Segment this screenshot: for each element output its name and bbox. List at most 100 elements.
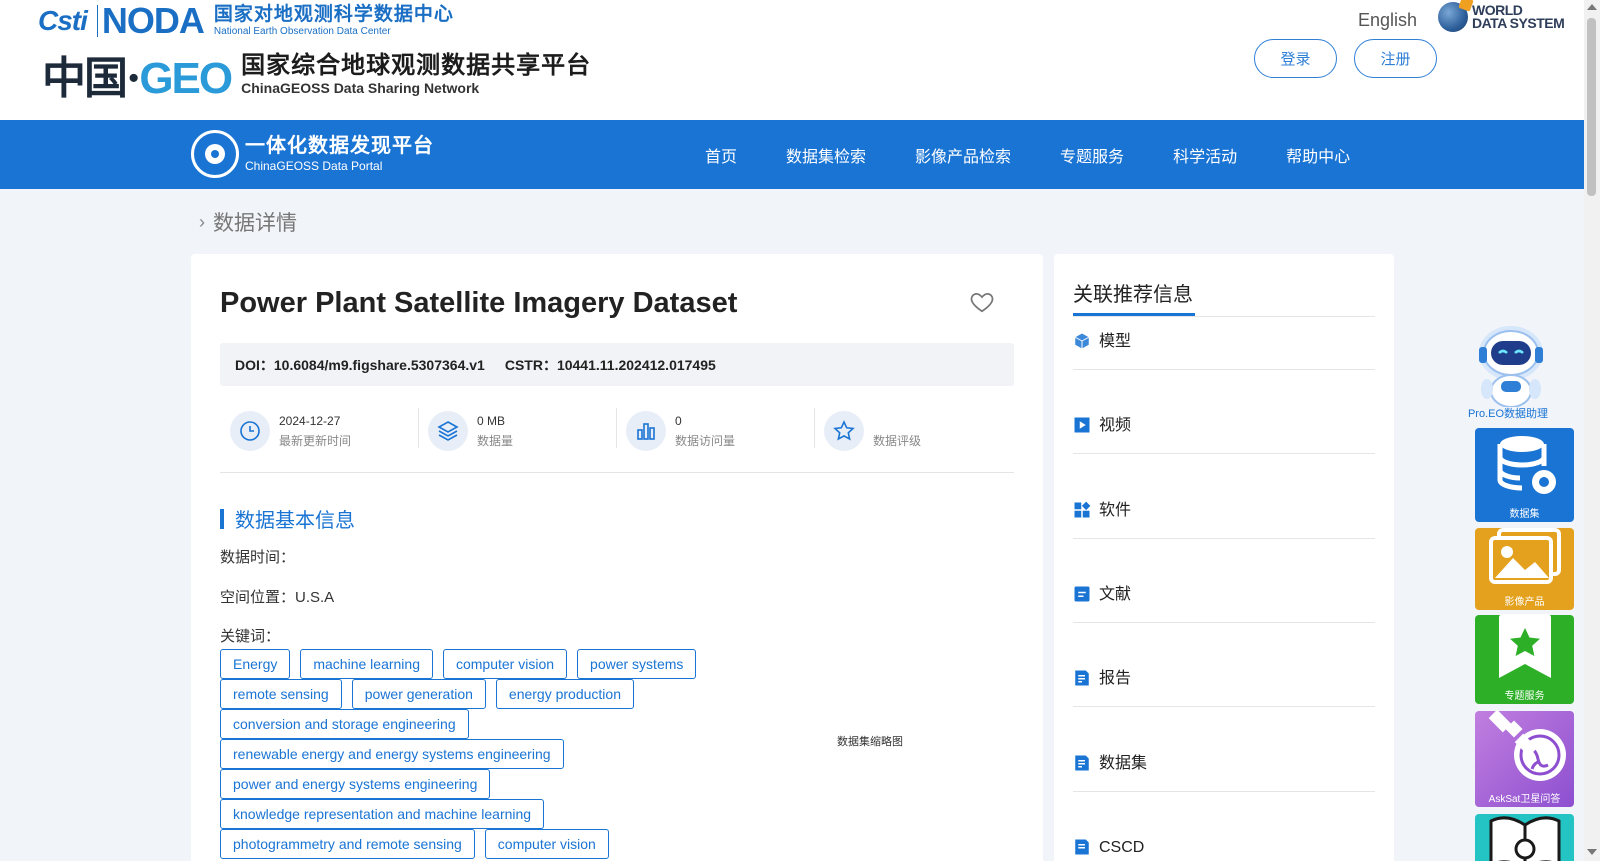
dock-asksat-button[interactable]: AskSat卫星问答 — [1475, 709, 1574, 807]
related-item-dataset[interactable]: 数据集 — [1073, 742, 1375, 792]
related-item-software[interactable]: 软件 — [1073, 489, 1375, 539]
related-item-label: 数据集 — [1099, 755, 1148, 772]
section-title-text: 数据基本信息 — [235, 510, 355, 532]
stat-visits: 0 数据访问量 — [616, 398, 814, 463]
stat-value: 0 — [675, 413, 682, 428]
keyword-tag[interactable]: power systems — [577, 649, 697, 679]
register-button[interactable]: 注册 — [1354, 39, 1437, 78]
nav-item-science-activity[interactable]: 科学活动 — [1173, 143, 1237, 167]
csti-logo: Csti — [38, 5, 88, 36]
chinageoss-logo[interactable]: 中国·GEO 国家综合地球观测数据共享平台 ChinaGEOSS Data Sh… — [42, 42, 591, 106]
scroll-down-arrow-icon[interactable] — [1587, 849, 1597, 855]
star-icon — [824, 410, 864, 451]
related-item-label: 报告 — [1099, 670, 1132, 687]
main-navbar: 一体化数据发现平台 ChinaGEOSS Data Portal 首页 数据集检… — [0, 120, 1584, 189]
portal-gear-icon — [191, 130, 239, 178]
keyword-tag[interactable]: remote sensing — [220, 679, 342, 709]
keyword-tag[interactable]: power generation — [351, 679, 486, 709]
related-item-model[interactable]: 模型 — [1073, 320, 1375, 370]
dock-book-button[interactable] — [1475, 814, 1574, 861]
language-switch[interactable]: English — [1358, 10, 1417, 31]
world-data-system-logo[interactable]: WORLD DATA SYSTEM — [1438, 2, 1565, 32]
nav-item-home[interactable]: 首页 — [705, 143, 737, 167]
dataset-detail-card: Power Plant Satellite Imagery Dataset DO… — [191, 254, 1043, 861]
keyword-tag[interactable]: machine learning — [300, 649, 433, 679]
doi-value[interactable]: 10.6084/m9.figshare.5307364.v1 — [274, 357, 485, 373]
keyword-tag[interactable]: energy production — [495, 679, 634, 709]
dock-image-products-button[interactable]: 影像产品 — [1475, 528, 1574, 610]
field-location: 空间位置：U.S.A — [220, 589, 335, 606]
title-divider — [1073, 316, 1375, 317]
keyword-tag[interactable]: photogrammetry and remote sensing — [220, 829, 475, 859]
portal-name-cn: 一体化数据发现平台 — [245, 135, 434, 157]
page-scrollbar[interactable] — [1584, 0, 1600, 861]
video-icon — [1073, 416, 1091, 434]
related-item-label: 模型 — [1099, 333, 1132, 350]
keyword-tag[interactable]: computer vision — [484, 829, 609, 859]
portal-name-en: ChinaGEOSS Data Portal — [245, 159, 383, 173]
stat-label: 数据评级 — [873, 433, 922, 448]
dock-label: AskSat卫星问答 — [1488, 794, 1561, 805]
dataset-icon — [1073, 754, 1091, 772]
scroll-up-arrow-icon[interactable] — [1587, 4, 1597, 10]
chevron-right-icon: › — [199, 211, 205, 232]
related-item-literature[interactable]: 文献 — [1073, 573, 1375, 623]
china-geo-mark: 中国·GEO — [42, 42, 233, 106]
document-icon — [1073, 585, 1091, 603]
keyword-tag[interactable]: conversion and storage engineering — [220, 709, 469, 739]
dock-dataset-button[interactable]: 数据集 — [1475, 428, 1574, 522]
field-data-time: 数据时间： — [220, 549, 296, 566]
nav-item-dataset-search[interactable]: 数据集检索 — [786, 143, 866, 167]
keyword-tag[interactable]: Energy — [220, 649, 291, 679]
globe-icon — [1438, 2, 1468, 32]
stat-label: 数据访问量 — [675, 433, 736, 448]
related-item-cscd[interactable]: CSCD — [1073, 826, 1375, 861]
stat-update-time: 2024-12-27 最新更新时间 — [220, 398, 418, 463]
heart-icon[interactable] — [969, 289, 995, 315]
dock-topic-service-button[interactable]: 专题服务 — [1475, 614, 1574, 704]
stat-rating: 数据评级 — [814, 398, 1012, 463]
stat-value: 0 MB — [477, 413, 506, 428]
assistant-robot-icon[interactable] — [1471, 323, 1551, 408]
keyword-tag[interactable]: computer vision — [442, 649, 568, 679]
stat-value: 2024-12-27 — [279, 413, 341, 428]
keyword-row: power and energy systems engineering — [220, 769, 780, 799]
keyword-row: renewable energy and energy systems engi… — [220, 739, 780, 769]
nav-item-image-search[interactable]: 影像产品检索 — [915, 143, 1011, 167]
assistant-label[interactable]: Pro.EO数据助理 — [1458, 405, 1558, 421]
geoss-name-en: ChinaGEOSS Data Sharing Network — [241, 80, 480, 96]
noda-logo[interactable]: Csti NODA 国家对地观测科学数据中心 National Earth Ob… — [38, 0, 454, 41]
nav-item-topic-service[interactable]: 专题服务 — [1060, 143, 1124, 167]
cstr-value[interactable]: 10441.11.202412.017495 — [557, 357, 716, 373]
site-header: Csti NODA 国家对地观测科学数据中心 National Earth Ob… — [0, 0, 1584, 120]
related-item-report[interactable]: 报告 — [1073, 657, 1375, 707]
portal-name: 一体化数据发现平台 ChinaGEOSS Data Portal — [245, 134, 434, 174]
keyword-tag[interactable]: power and energy systems engineering — [220, 769, 491, 799]
portal-logo[interactable]: 一体化数据发现平台 ChinaGEOSS Data Portal — [191, 130, 434, 178]
cube-icon — [1073, 332, 1091, 350]
dataset-stats: 2024-12-27 最新更新时间 0 MB 数据量 0 数据访问量 数据评级 — [220, 398, 1014, 463]
report-icon — [1073, 669, 1091, 687]
related-item-video[interactable]: 视频 — [1073, 404, 1375, 454]
dock-label: 影像产品 — [1504, 597, 1545, 608]
keyword-tag[interactable]: renewable energy and energy systems engi… — [220, 739, 564, 769]
logo-divider — [96, 5, 98, 37]
stat-value — [873, 413, 921, 429]
bar-chart-icon — [626, 410, 666, 451]
stat-data-size: 0 MB 数据量 — [418, 398, 616, 463]
related-info-title: 关联推荐信息 — [1073, 284, 1193, 306]
noda-name: 国家对地观测科学数据中心 National Earth Observation … — [214, 4, 454, 38]
nav-item-help-center[interactable]: 帮助中心 — [1286, 143, 1350, 167]
geoss-name-cn: 国家综合地球观测数据共享平台 — [241, 52, 592, 79]
login-button[interactable]: 登录 — [1254, 39, 1337, 78]
keyword-tag[interactable]: knowledge representation and machine lea… — [220, 799, 545, 829]
scroll-thumb[interactable] — [1587, 18, 1596, 196]
divider — [220, 472, 1014, 473]
clock-icon — [230, 410, 270, 451]
apps-icon — [1073, 501, 1091, 519]
thumbnail-caption: 数据集缩略图 — [837, 736, 903, 748]
china-geo-mark-cn: 中国 — [42, 53, 128, 104]
layers-icon — [428, 410, 468, 451]
geoss-name: 国家综合地球观测数据共享平台 ChinaGEOSS Data Sharing N… — [241, 52, 591, 96]
keyword-row: Energy machine learning computer vision pow… — [220, 649, 780, 679]
